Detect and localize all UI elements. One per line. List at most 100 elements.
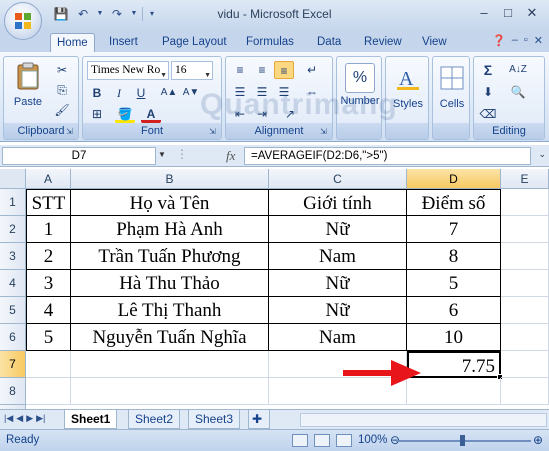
cell-d3[interactable]: 8: [407, 243, 501, 270]
font-color-icon[interactable]: A: [141, 105, 161, 123]
cells-button[interactable]: Cells: [433, 63, 471, 110]
first-sheet-icon[interactable]: |◀: [4, 413, 13, 424]
cell-b7[interactable]: [71, 351, 269, 378]
ribbon-minimize-icon[interactable]: –: [512, 34, 518, 47]
column-header-e[interactable]: E: [501, 169, 549, 189]
office-button[interactable]: [4, 2, 42, 40]
name-box-dropdown-icon[interactable]: ▼: [158, 150, 166, 159]
ribbon-close-icon[interactable]: ✕: [534, 34, 543, 47]
row-header-6[interactable]: 6: [0, 324, 26, 351]
sheet-tab-sheet1[interactable]: Sheet1: [64, 410, 118, 429]
row-header-3[interactable]: 3: [0, 243, 26, 270]
font-launcher-icon[interactable]: ⇲: [209, 127, 219, 137]
find-select-icon[interactable]: 🔍: [508, 83, 528, 101]
cell-b4[interactable]: Hà Thu Thảo: [71, 270, 269, 297]
cell-e2[interactable]: [501, 216, 549, 243]
cell-a8[interactable]: [26, 378, 71, 405]
row-header-5[interactable]: 5: [0, 297, 26, 324]
worksheet-grid[interactable]: A B C D E 1 2 3 4 5 6 7 8 9 STT Họ và Tê…: [0, 169, 549, 409]
zoom-level[interactable]: 100%: [358, 434, 387, 446]
clipboard-launcher-icon[interactable]: ⇲: [66, 127, 76, 137]
horizontal-scrollbar[interactable]: [300, 413, 547, 427]
cell-b2[interactable]: Phạm Hà Anh: [71, 216, 269, 243]
page-break-view-icon[interactable]: [336, 434, 352, 447]
name-box[interactable]: D7: [2, 147, 156, 165]
align-bottom-icon[interactable]: ≡: [274, 61, 294, 79]
maximize-button[interactable]: □: [497, 4, 519, 22]
cell-c1[interactable]: Giới tính: [269, 189, 407, 216]
cell-e3[interactable]: [501, 243, 549, 270]
close-button[interactable]: ✕: [521, 4, 543, 22]
cell-e1[interactable]: [501, 189, 549, 216]
help-icon[interactable]: ❓: [492, 34, 506, 47]
cell-a7[interactable]: [26, 351, 71, 378]
italic-button[interactable]: I: [109, 84, 129, 102]
column-header-a[interactable]: A: [26, 169, 71, 189]
row-header-8[interactable]: 8: [0, 378, 26, 405]
cell-e5[interactable]: [501, 297, 549, 324]
column-header-b[interactable]: B: [71, 169, 269, 189]
cell-c3[interactable]: Nam: [269, 243, 407, 270]
row-header-4[interactable]: 4: [0, 270, 26, 297]
autosum-icon[interactable]: Σ: [478, 61, 498, 79]
cell-e6[interactable]: [501, 324, 549, 351]
alignment-launcher-icon[interactable]: ⇲: [320, 127, 330, 137]
sheet-tab-sheet2[interactable]: Sheet2: [128, 410, 181, 429]
page-layout-view-icon[interactable]: [314, 434, 330, 447]
increase-font-icon[interactable]: A▲: [159, 84, 179, 102]
paste-button[interactable]: Paste: [10, 61, 46, 108]
cell-b8[interactable]: [71, 378, 269, 405]
insert-sheet-icon[interactable]: ✚: [248, 410, 270, 429]
normal-view-icon[interactable]: [292, 434, 308, 447]
cell-b6[interactable]: Nguyễn Tuấn Nghĩa: [71, 324, 269, 351]
format-painter-icon[interactable]: 🖌: [52, 101, 72, 119]
cell-a4[interactable]: 3: [26, 270, 71, 297]
last-sheet-icon[interactable]: ▶|: [36, 413, 45, 424]
cell-a6[interactable]: 5: [26, 324, 71, 351]
cell-e7[interactable]: [501, 351, 549, 378]
zoom-in-icon[interactable]: ⊕: [533, 433, 543, 447]
cell-c2[interactable]: Nữ: [269, 216, 407, 243]
cell-e8[interactable]: [501, 378, 549, 405]
select-all-button[interactable]: [0, 169, 26, 189]
copy-icon[interactable]: ⎘: [52, 81, 72, 99]
fill-icon[interactable]: ⬇: [478, 83, 498, 101]
wrap-text-icon[interactable]: ↵: [302, 61, 322, 79]
align-middle-icon[interactable]: ≡: [252, 61, 272, 79]
row-header-7[interactable]: 7: [0, 351, 26, 378]
clear-icon[interactable]: ⌫: [478, 105, 498, 123]
cell-c4[interactable]: Nữ: [269, 270, 407, 297]
sheet-tab-sheet3[interactable]: Sheet3: [188, 410, 241, 429]
next-sheet-icon[interactable]: ▶: [26, 413, 33, 424]
font-size-select[interactable]: 16 ▼: [171, 61, 213, 80]
column-header-c[interactable]: C: [269, 169, 407, 189]
tab-formulas[interactable]: Formulas: [240, 33, 300, 52]
tab-insert[interactable]: Insert: [103, 33, 144, 52]
row-header-1[interactable]: 1: [0, 189, 26, 216]
cell-a5[interactable]: 4: [26, 297, 71, 324]
cell-c6[interactable]: Nam: [269, 324, 407, 351]
cell-a1[interactable]: STT: [26, 189, 71, 216]
tab-home[interactable]: Home: [50, 33, 95, 52]
cell-d4[interactable]: 5: [407, 270, 501, 297]
tab-review[interactable]: Review: [358, 33, 408, 52]
ribbon-restore-icon[interactable]: ▫: [524, 34, 528, 47]
sort-filter-icon[interactable]: A↓Z: [508, 61, 528, 79]
tab-data[interactable]: Data: [311, 33, 347, 52]
tab-page-layout[interactable]: Page Layout: [156, 33, 233, 52]
cell-e4[interactable]: [501, 270, 549, 297]
bold-button[interactable]: B: [87, 84, 107, 102]
row-header-2[interactable]: 2: [0, 216, 26, 243]
align-top-icon[interactable]: ≡: [230, 61, 250, 79]
expand-formula-bar-icon[interactable]: ⌄: [538, 149, 546, 160]
decrease-font-icon[interactable]: A▼: [181, 84, 201, 102]
column-header-d[interactable]: D: [407, 169, 501, 189]
cell-b3[interactable]: Trần Tuấn Phương: [71, 243, 269, 270]
minimize-button[interactable]: –: [473, 4, 495, 22]
cell-b1[interactable]: Họ và Tên: [71, 189, 269, 216]
insert-function-button[interactable]: fx: [226, 148, 235, 164]
cut-icon[interactable]: ✂: [52, 61, 72, 79]
cell-d1[interactable]: Điểm số: [407, 189, 501, 216]
underline-button[interactable]: U: [131, 84, 151, 102]
borders-icon[interactable]: ⊞: [87, 105, 107, 123]
